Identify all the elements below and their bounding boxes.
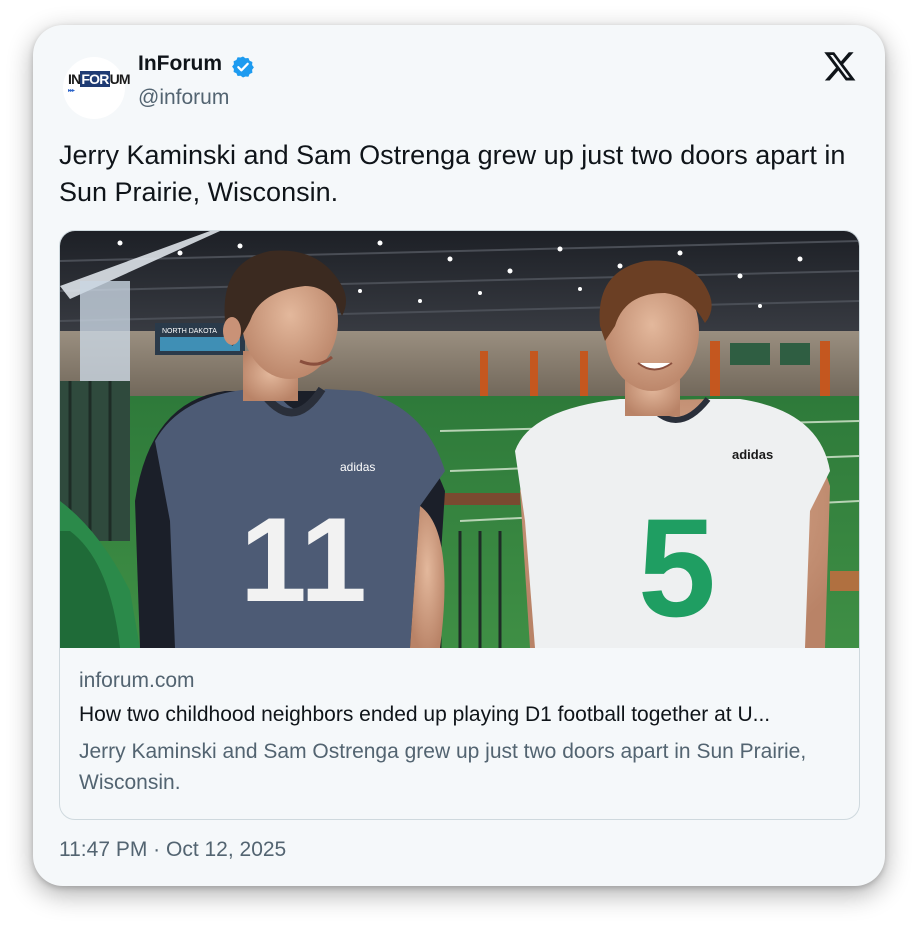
- x-logo-icon[interactable]: [823, 49, 857, 83]
- right-jersey-number: 5: [638, 489, 716, 646]
- avatar[interactable]: INFORUM ▸▸▸: [63, 57, 131, 119]
- right-brand-label: adidas: [732, 447, 773, 462]
- left-brand-label: adidas: [340, 460, 375, 474]
- tweet-text: Jerry Kaminski and Sam Ostrenga grew up …: [59, 140, 846, 207]
- link-preview-card[interactable]: NORTH DAKOTA 11 adidas 5 adidas inforum.…: [59, 230, 860, 820]
- article-photo[interactable]: NORTH DAKOTA 11 adidas 5 adidas: [60, 231, 859, 648]
- logo-arrows: ▸▸▸: [68, 88, 75, 94]
- photo-illustration: NORTH DAKOTA 11 adidas 5 adidas: [60, 231, 859, 648]
- link-description: Jerry Kaminski and Sam Ostrenga grew up …: [79, 740, 807, 794]
- tweet-card[interactable]: INFORUM ▸▸▸ InForum @inforum Jerry Kamin…: [33, 25, 885, 886]
- timestamp[interactable]: 11:47 PM · Oct 12, 2025: [59, 838, 286, 862]
- link-domain: inforum.com: [79, 669, 195, 692]
- inforum-logo: INFORUM: [68, 71, 131, 87]
- display-name[interactable]: InForum: [138, 52, 222, 76]
- left-jersey-number: 11: [240, 493, 367, 627]
- handle[interactable]: @inforum: [138, 86, 229, 110]
- link-title[interactable]: How two childhood neighbors ended up pla…: [79, 703, 844, 727]
- banner-text: NORTH DAKOTA: [162, 328, 217, 335]
- verified-badge-icon: [232, 56, 254, 78]
